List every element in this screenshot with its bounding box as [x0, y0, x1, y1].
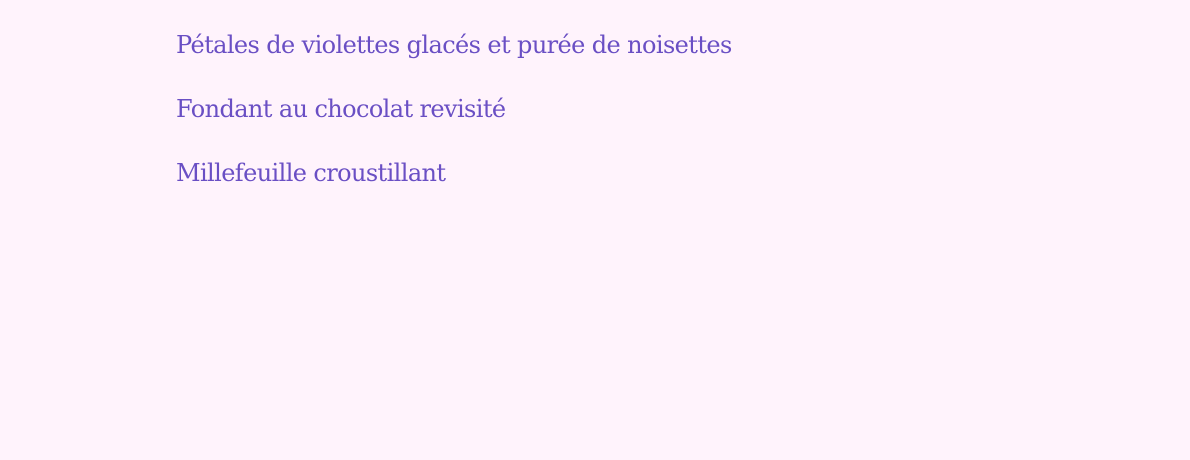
- menu-item-millefeuille[interactable]: Millefeuille croustillant: [176, 154, 732, 218]
- dessert-menu-list: Pétales de violettes glacés et purée de …: [176, 26, 732, 218]
- menu-item-fondant-chocolat[interactable]: Fondant au chocolat revisité: [176, 90, 732, 154]
- menu-item-petales-violettes[interactable]: Pétales de violettes glacés et purée de …: [176, 26, 732, 90]
